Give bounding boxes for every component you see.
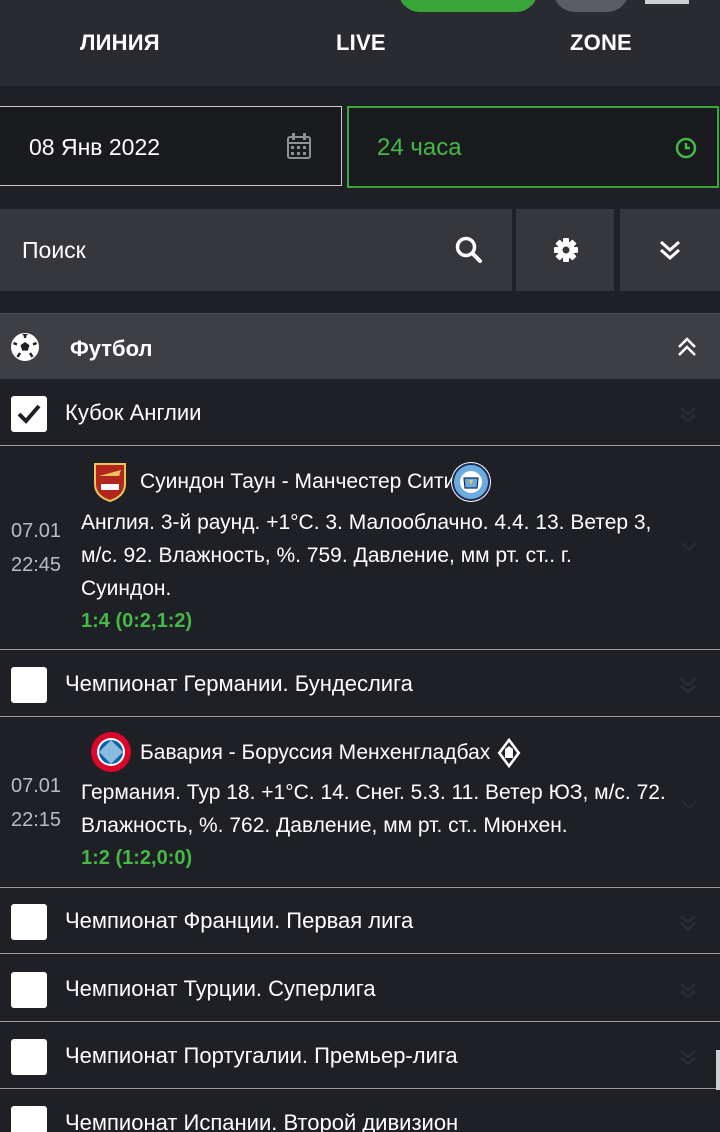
match-teams: Бавария - Боруссия Менхенгладбах bbox=[140, 741, 491, 764]
settings-button[interactable] bbox=[516, 209, 614, 291]
league-row[interactable]: Чемпионат Турции. Суперлига bbox=[0, 956, 720, 1022]
league-checkbox[interactable] bbox=[11, 1039, 47, 1075]
league-name: Чемпионат Португалии. Премьер-лига bbox=[65, 1043, 458, 1068]
top-navigation: ЛИНИЯ LIVE ZONE bbox=[0, 0, 720, 86]
league-name: Чемпионат Турции. Суперлига bbox=[65, 976, 376, 1001]
chevrons-down-icon[interactable] bbox=[678, 1047, 698, 1067]
bayern-munich-logo bbox=[91, 732, 131, 772]
sport-header[interactable]: Футбол bbox=[0, 313, 720, 379]
match-row[interactable]: 07.01 22:15 Бавария - Боруссия Менхенгла… bbox=[0, 717, 720, 888]
league-row[interactable]: Кубок Англии bbox=[0, 380, 720, 446]
check-icon bbox=[17, 404, 41, 424]
match-time: 22:45 bbox=[11, 554, 62, 576]
match-info-line: Влажность, %. 762. Давление, мм рт. ст..… bbox=[81, 814, 568, 837]
tab-line[interactable]: ЛИНИЯ bbox=[80, 30, 160, 56]
clock-icon bbox=[675, 137, 697, 159]
tab-zone[interactable]: ZONE bbox=[570, 30, 632, 56]
search-field[interactable]: Поиск bbox=[0, 209, 512, 291]
match-date: 07.01 bbox=[11, 775, 62, 797]
period-select[interactable]: 24 часа bbox=[347, 106, 719, 188]
chevron-down-icon[interactable] bbox=[680, 799, 698, 811]
match-date: 07.01 bbox=[11, 520, 62, 542]
borussia-monchengladbach-logo bbox=[496, 736, 522, 770]
calendar-icon bbox=[287, 133, 311, 159]
match-row[interactable]: 07.01 22:45 Суиндон Таун - Манчестер Сит… bbox=[0, 446, 720, 650]
match-info-line: Англия. 3-й раунд. +1°С. 3. Малооблачно.… bbox=[81, 511, 652, 534]
match-teams: Суиндон Таун - Манчестер Сити bbox=[140, 470, 456, 493]
expand-filters-button[interactable] bbox=[620, 209, 720, 291]
menu-icon[interactable] bbox=[645, 0, 689, 4]
match-info-line: Германия. Тур 18. +1°С. 14. Снег. 5.3. 1… bbox=[81, 781, 666, 804]
tab-live[interactable]: LIVE bbox=[336, 30, 386, 56]
search-placeholder: Поиск bbox=[22, 237, 86, 263]
league-row[interactable]: Чемпионат Германии. Бундеслига bbox=[0, 651, 720, 717]
league-row[interactable]: Чемпионат Испании. Второй дивизион bbox=[0, 1090, 720, 1132]
league-row[interactable]: Чемпионат Франции. Первая лига bbox=[0, 888, 720, 954]
soccer-ball-icon bbox=[11, 333, 39, 361]
league-checkbox[interactable] bbox=[11, 396, 47, 432]
league-checkbox[interactable] bbox=[11, 667, 47, 703]
sport-name: Футбол bbox=[70, 336, 153, 361]
chevrons-down-icon[interactable] bbox=[678, 675, 698, 695]
match-info: Германия. Тур 18. +1°С. 14. Снег. 5.3. 1… bbox=[81, 776, 681, 842]
match-score: 1:4 (0:2,1:2) bbox=[81, 610, 193, 632]
league-name: Чемпионат Германии. Бундеслига bbox=[65, 671, 413, 696]
league-checkbox[interactable] bbox=[11, 1106, 47, 1132]
league-checkbox[interactable] bbox=[11, 972, 47, 1008]
top-action-button[interactable] bbox=[398, 0, 538, 12]
period-value: 24 часа bbox=[377, 134, 462, 161]
chevrons-down-icon bbox=[660, 240, 680, 261]
chevrons-down-icon[interactable] bbox=[678, 404, 698, 424]
match-info-line: м/с. 92. Влажность, %. 759. Давление, мм… bbox=[81, 544, 572, 567]
chevrons-down-icon[interactable] bbox=[678, 980, 698, 1000]
match-time: 22:15 bbox=[11, 809, 62, 831]
match-score: 1:2 (1:2,0:0) bbox=[81, 847, 193, 869]
league-checkbox[interactable] bbox=[11, 904, 47, 940]
league-name: Кубок Англии bbox=[65, 400, 202, 425]
league-name: Чемпионат Франции. Первая лига bbox=[65, 908, 414, 933]
chevrons-up-icon bbox=[678, 337, 696, 356]
league-row[interactable]: Чемпионат Португалии. Премьер-лига bbox=[0, 1023, 720, 1089]
manchester-city-logo bbox=[451, 462, 491, 502]
league-name: Чемпионат Испании. Второй дивизион bbox=[65, 1110, 459, 1132]
search-icon[interactable] bbox=[455, 236, 483, 264]
gear-icon bbox=[554, 238, 578, 262]
swindon-town-logo bbox=[94, 463, 126, 502]
match-info-line: Суиндон. bbox=[81, 577, 172, 600]
chevron-down-icon[interactable] bbox=[680, 541, 698, 553]
chevrons-down-icon[interactable] bbox=[678, 912, 698, 932]
scrollbar[interactable] bbox=[716, 1050, 720, 1090]
date-value: 08 Янв 2022 bbox=[29, 134, 161, 160]
top-secondary-button[interactable] bbox=[553, 0, 629, 12]
match-info: Англия. 3-й раунд. +1°С. 3. Малооблачно.… bbox=[81, 506, 681, 605]
